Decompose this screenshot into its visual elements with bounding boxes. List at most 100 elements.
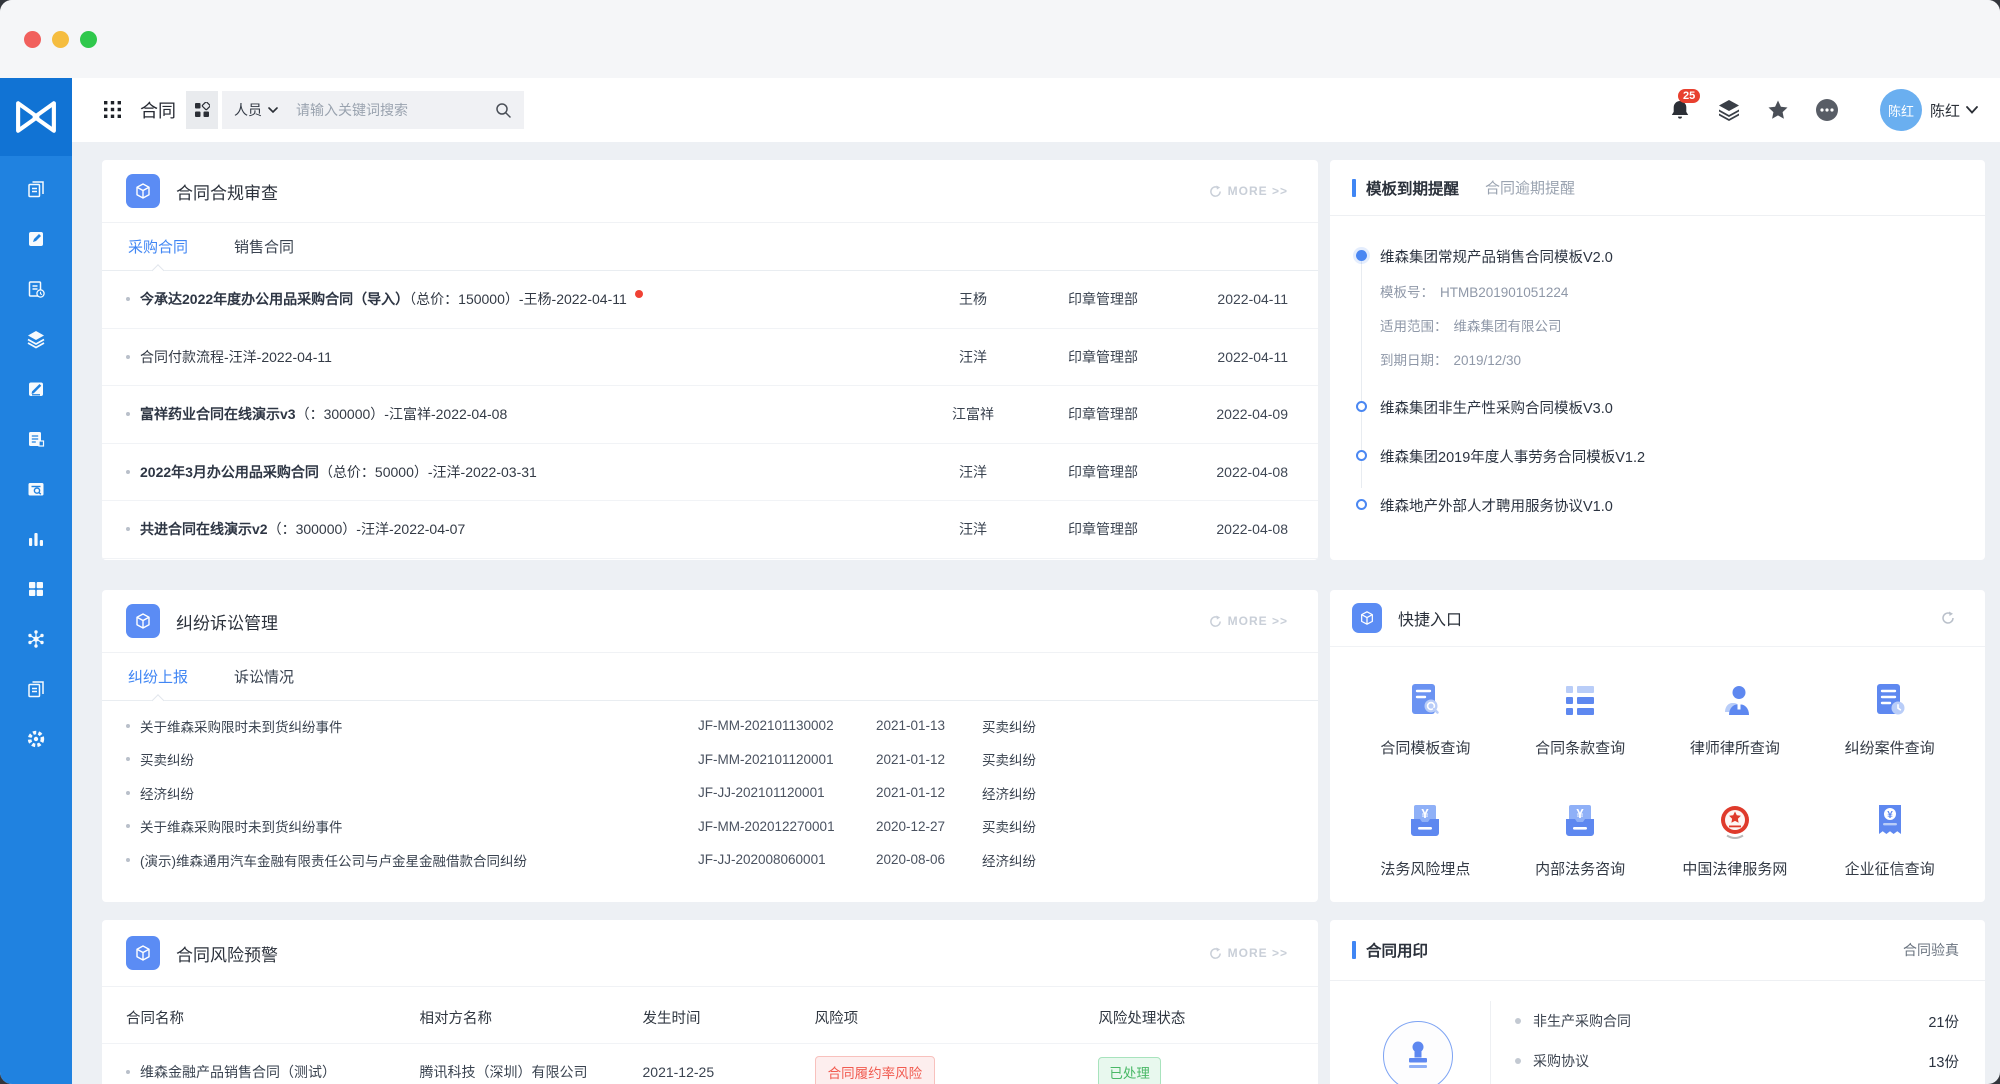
yuan-receipt-icon: ¥: [1867, 798, 1913, 844]
dispute-code: JF-MM-202101130002: [698, 718, 876, 733]
doc-search-icon[interactable]: [25, 478, 47, 500]
yuan-inbox-icon: ¥: [1557, 798, 1603, 844]
quick-item-clause-search[interactable]: 合同条款查询: [1503, 677, 1658, 758]
tab-sales-contracts[interactable]: 销售合同: [232, 223, 296, 270]
quick-item-china-legal-net[interactable]: 中国法律服务网: [1658, 798, 1813, 879]
quick-item-template-search[interactable]: 合同模板查询: [1348, 677, 1503, 758]
bar-chart-icon[interactable]: [25, 528, 47, 550]
more-link[interactable]: MORE >>: [1209, 946, 1288, 960]
cube-icon: [126, 604, 160, 638]
dispute-code: JF-MM-202101120001: [698, 752, 876, 767]
doc-pending-icon[interactable]: [25, 278, 47, 300]
tab-contract-overdue[interactable]: 合同逾期提醒: [1485, 177, 1575, 198]
more-options-icon[interactable]: [1814, 97, 1840, 123]
dispute-row[interactable]: (演示)维森通用汽车金融有限责任公司与卢金星金融借款合同纠纷 JF-JJ-202…: [102, 843, 1318, 877]
search-category-select[interactable]: 人员: [234, 100, 278, 120]
bullet-dot: [126, 1070, 130, 1074]
accent-bar: [1352, 941, 1356, 959]
tab-dispute-report[interactable]: 纠纷上报: [126, 653, 190, 700]
quick-item-credit-search[interactable]: ¥ 企业征信查询: [1812, 798, 1967, 879]
risk-table-row[interactable]: 维森金融产品销售合同（测试） 腾讯科技（深圳）有限公司 2021-12-25 合…: [102, 1043, 1318, 1084]
bullet-dot: [126, 824, 130, 828]
contract-verify-link[interactable]: 合同验真: [1903, 940, 1959, 960]
dispute-code: JF-JJ-202008060001: [698, 852, 876, 867]
page-title: 合同: [140, 97, 176, 123]
layers-icon[interactable]: [25, 328, 47, 350]
user-name[interactable]: 陈红: [1930, 100, 1960, 121]
layout-toggle-icon[interactable]: [186, 91, 218, 129]
detail-label: 到期日期：: [1380, 353, 1448, 368]
invoice-icon[interactable]: [25, 428, 47, 450]
sidebar-nav: [0, 78, 72, 1084]
svg-text:¥: ¥: [1422, 806, 1430, 821]
dispute-date: 2020-12-27: [876, 819, 982, 834]
bullet-dot: [126, 527, 130, 531]
favorites-star-icon[interactable]: [1766, 98, 1790, 122]
minimize-window-button[interactable]: [52, 31, 69, 48]
contract-row[interactable]: 2022年3月办公用品采购合同（总价：50000）-汪洋-2022-03-31 …: [102, 444, 1318, 502]
dispute-type: 买卖纠纷: [982, 816, 1102, 836]
bullet-dot: [1515, 1018, 1521, 1024]
owner-cell: 汪洋: [918, 462, 1028, 482]
notifications-bell-icon[interactable]: 25: [1668, 98, 1692, 122]
search-input[interactable]: [294, 101, 495, 119]
dispute-row[interactable]: 关于维森采购限时未到货纠纷事件 JF-MM-202012270001 2020-…: [102, 810, 1318, 844]
sidebar-icons: [0, 156, 72, 750]
dispute-row[interactable]: 关于维森采购限时未到货纠纷事件 JF-MM-202101130002 2021-…: [102, 709, 1318, 743]
seal-stats-list: 非生产采购合同 21份 采购协议 13份: [1515, 995, 1959, 1084]
refresh-icon: [1209, 185, 1222, 198]
quick-item-label: 企业征信查询: [1845, 858, 1935, 879]
dispute-type: 买卖纠纷: [982, 716, 1102, 736]
stack-icon[interactable]: [1716, 98, 1742, 122]
card-header: 合同风险预警 MORE >>: [102, 920, 1318, 987]
user-menu-chevron-icon[interactable]: [1966, 106, 1978, 114]
tab-purchase-contracts[interactable]: 采购合同: [126, 223, 190, 270]
refresh-icon[interactable]: [1941, 611, 1955, 625]
template-title[interactable]: 维森集团2019年度人事劳务合同模板V1.2: [1380, 446, 1961, 467]
user-avatar[interactable]: 陈红: [1880, 89, 1922, 131]
contract-row[interactable]: 今承达2022年度办公用品采购合同（导入）（总价：150000）-王杨-2022…: [102, 271, 1318, 329]
app-window: 合同 人员: [0, 0, 2000, 1084]
more-link[interactable]: MORE >>: [1209, 614, 1288, 628]
apps-grid-icon[interactable]: [104, 101, 121, 123]
quick-item-legal-risk[interactable]: ¥ 法务风险埋点: [1348, 798, 1503, 879]
settings-icon[interactable]: [25, 728, 47, 750]
contract-row[interactable]: 合同付款流程-汪洋-2022-04-11 汪洋 印章管理部 2022-04-11: [102, 329, 1318, 387]
cube-icon: [126, 174, 160, 208]
seal-count: 21份: [1928, 1011, 1959, 1032]
edit-icon[interactable]: [25, 228, 47, 250]
more-link[interactable]: MORE >>: [1209, 184, 1288, 198]
template-title[interactable]: 维森集团非生产性采购合同模板V3.0: [1380, 397, 1961, 418]
dispute-row[interactable]: 买卖纠纷 JF-MM-202101120001 2021-01-12 买卖纠纷: [102, 743, 1318, 777]
quick-item-lawyer-search[interactable]: 律师律所查询: [1658, 677, 1813, 758]
contract-name: 富祥药业合同在线演示v3: [140, 406, 296, 422]
contract-row[interactable]: 共进合同在线演示v2（：300000）-汪洋-2022-04-07 汪洋 印章管…: [102, 501, 1318, 559]
header-actions: 25 陈红 陈红: [1668, 78, 2000, 142]
search-bar: 人员: [186, 91, 524, 129]
brand-logo[interactable]: [0, 78, 72, 156]
dispute-date: 2021-01-13: [876, 718, 982, 733]
contract-name: 共进合同在线演示v2: [140, 521, 268, 537]
template-title[interactable]: 维森集团常规产品销售合同模板V2.0: [1380, 246, 1961, 267]
date-cell: 2022-04-08: [1178, 464, 1288, 480]
detail-value: 2019/12/30: [1454, 353, 1522, 368]
search-icon[interactable]: [495, 102, 512, 119]
documents-icon[interactable]: [25, 178, 47, 200]
close-window-button[interactable]: [24, 31, 41, 48]
template-title[interactable]: 维森地产外部人才聘用服务协议V1.0: [1380, 495, 1961, 516]
contract-row[interactable]: 富祥药业合同在线演示v3（：300000）-江富祥-2022-04-08 江富祥…: [102, 386, 1318, 444]
copy-icon[interactable]: [25, 678, 47, 700]
contract-name: 今承达2022年度办公用品采购合同（导入）: [140, 291, 409, 307]
maximize-window-button[interactable]: [80, 31, 97, 48]
quick-item-dispute-case-search[interactable]: 纠纷案件查询: [1812, 677, 1967, 758]
apps-icon[interactable]: [25, 578, 47, 600]
bullet-dot: [126, 858, 130, 862]
refresh-icon: [1209, 615, 1222, 628]
dispute-row[interactable]: 经济纠纷 JF-JJ-202101120001 2021-01-12 经济纠纷: [102, 776, 1318, 810]
tab-litigation-status[interactable]: 诉讼情况: [232, 653, 296, 700]
dispute-name-cell: 买卖纠纷: [126, 749, 698, 769]
hub-icon[interactable]: [25, 628, 47, 650]
timeline-item: 维森集团2019年度人事劳务合同模板V1.2: [1354, 446, 1961, 467]
sign-contract-icon[interactable]: [25, 378, 47, 400]
quick-item-internal-legal[interactable]: ¥ 内部法务咨询: [1503, 798, 1658, 879]
